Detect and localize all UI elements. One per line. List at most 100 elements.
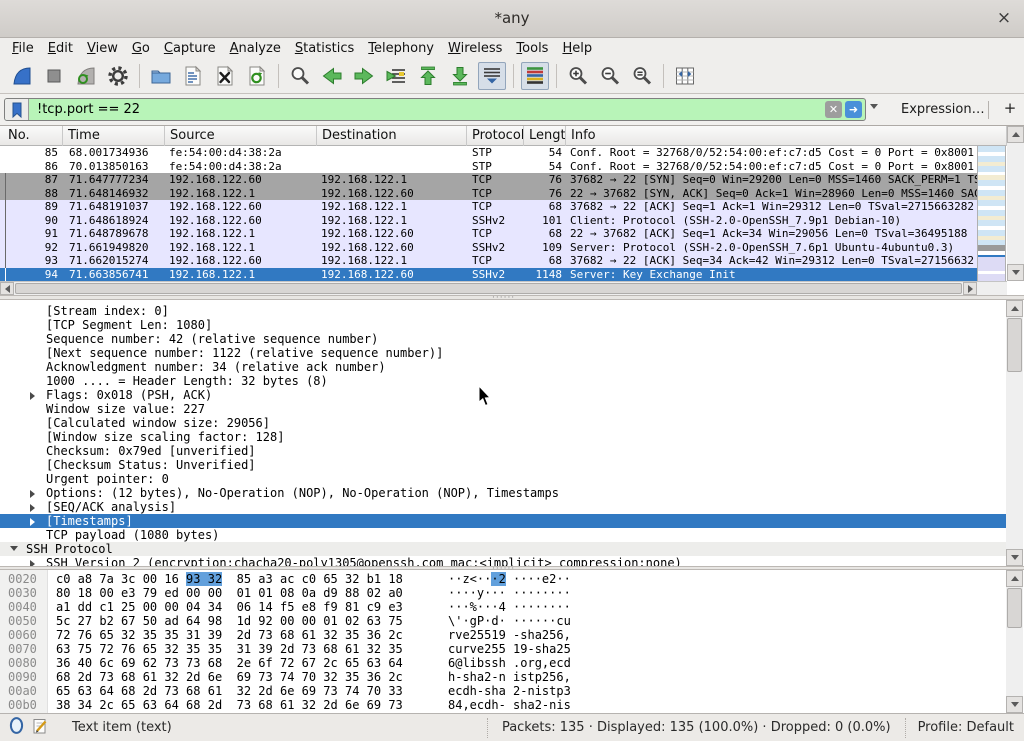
- hscroll-thumb[interactable]: [15, 283, 962, 294]
- packet-row-94[interactable]: 9471.663856741192.168.122.1192.168.122.6…: [0, 268, 977, 282]
- packet-row-90[interactable]: 9071.648618924192.168.122.60192.168.122.…: [0, 214, 977, 228]
- scroll-up-button[interactable]: [1006, 300, 1023, 317]
- colorize-packets-button[interactable]: [521, 62, 549, 90]
- menu-wireless[interactable]: Wireless: [441, 40, 509, 57]
- scroll-left-button[interactable]: [0, 282, 14, 295]
- collapsed-arrow-icon[interactable]: [30, 504, 35, 512]
- expression-button[interactable]: Expression…: [901, 102, 985, 117]
- detail-line[interactable]: Options: (12 bytes), No-Operation (NOP),…: [0, 486, 1006, 500]
- zoom-out-button[interactable]: [596, 62, 624, 90]
- detail-line[interactable]: 1000 .... = Header Length: 32 bytes (8): [0, 374, 1006, 388]
- expert-info-button[interactable]: [9, 716, 24, 739]
- collapsed-arrow-icon[interactable]: [30, 518, 35, 526]
- add-filter-button[interactable]: +: [1001, 99, 1019, 119]
- hex-row-0040[interactable]: 0040a1 dd c1 25 00 00 04 34 06 14 f5 e8 …: [0, 600, 1006, 614]
- packet-list-vscrollbar[interactable]: [1007, 126, 1024, 281]
- bytes-vscrollbar[interactable]: [1006, 570, 1023, 713]
- packet-row-88[interactable]: 8871.648146932192.168.122.1192.168.122.6…: [0, 187, 977, 201]
- filter-clear-button[interactable]: ✕: [825, 101, 842, 118]
- scroll-down-button[interactable]: [1006, 696, 1023, 713]
- menu-go[interactable]: Go: [125, 40, 157, 57]
- menu-statistics[interactable]: Statistics: [288, 40, 361, 57]
- detail-line[interactable]: [Next sequence number: 1122 (relative se…: [0, 346, 1006, 360]
- stop-capture-button[interactable]: [40, 62, 68, 90]
- collapsed-arrow-icon[interactable]: [30, 392, 35, 400]
- resize-columns-button[interactable]: [671, 62, 699, 90]
- detail-line[interactable]: Sequence number: 42 (relative sequence n…: [0, 332, 1006, 346]
- menu-telephony[interactable]: Telephony: [361, 40, 441, 57]
- details-vscrollbar[interactable]: [1006, 300, 1023, 566]
- column-header-time[interactable]: Time: [63, 126, 165, 146]
- detail-line[interactable]: Urgent pointer: 0: [0, 472, 1006, 486]
- detail-line[interactable]: [Timestamps]: [0, 514, 1006, 528]
- detail-line[interactable]: Flags: 0x018 (PSH, ACK): [0, 388, 1006, 402]
- capture-options-button[interactable]: [104, 62, 132, 90]
- packet-row-89[interactable]: 8971.648191037192.168.122.60192.168.122.…: [0, 200, 977, 214]
- scroll-up-button[interactable]: [1007, 126, 1024, 143]
- hex-row-0070[interactable]: 007063 75 72 76 65 32 35 35 31 39 2d 73 …: [0, 642, 1006, 656]
- detail-line[interactable]: [SEQ/ACK analysis]: [0, 500, 1006, 514]
- column-header-destination[interactable]: Destination: [317, 126, 467, 146]
- detail-line[interactable]: Acknowledgment number: 34 (relative ack …: [0, 360, 1006, 374]
- close-window-button[interactable]: ×: [994, 7, 1014, 29]
- save-file-button[interactable]: [179, 62, 207, 90]
- packet-row-92[interactable]: 9271.661949820192.168.122.1192.168.122.6…: [0, 241, 977, 255]
- column-header-info[interactable]: Info: [566, 126, 1007, 146]
- profile-status[interactable]: Profile: Default: [906, 720, 1024, 735]
- detail-line[interactable]: [Checksum Status: Unverified]: [0, 458, 1006, 472]
- hex-row-0030[interactable]: 003080 18 00 e3 79 ed 00 00 01 01 08 0a …: [0, 586, 1006, 600]
- start-capture-button[interactable]: [8, 62, 36, 90]
- detail-line[interactable]: [Stream index: 0]: [0, 304, 1006, 318]
- column-header-no[interactable]: No.: [0, 126, 63, 146]
- go-to-packet-button[interactable]: [382, 62, 410, 90]
- filter-apply-button[interactable]: ➜: [845, 101, 862, 118]
- expanded-arrow-icon[interactable]: [10, 546, 18, 551]
- menu-analyze[interactable]: Analyze: [223, 40, 288, 57]
- open-file-button[interactable]: [147, 62, 175, 90]
- display-filter-field[interactable]: ✕ ➜: [4, 98, 866, 121]
- zoom-in-button[interactable]: [564, 62, 592, 90]
- go-first-packet-button[interactable]: [414, 62, 442, 90]
- find-packet-button[interactable]: [286, 62, 314, 90]
- detail-line[interactable]: [TCP Segment Len: 1080]: [0, 318, 1006, 332]
- collapsed-arrow-icon[interactable]: [30, 490, 35, 498]
- hex-row-0020[interactable]: 0020c0 a8 7a 3c 00 16 93 32 85 a3 ac c0 …: [0, 572, 1006, 586]
- menu-file[interactable]: File: [5, 40, 41, 57]
- column-header-protocol[interactable]: Protocol: [467, 126, 524, 146]
- scroll-up-button[interactable]: [1006, 570, 1023, 587]
- detail-line[interactable]: [Window size scaling factor: 128]: [0, 430, 1006, 444]
- packet-list-minimap-scrollbar[interactable]: [977, 146, 1006, 281]
- go-last-packet-button[interactable]: [446, 62, 474, 90]
- go-forward-button[interactable]: [350, 62, 378, 90]
- hex-row-0090[interactable]: 009068 2d 73 68 61 32 2d 6e 69 73 74 70 …: [0, 670, 1006, 684]
- capture-comment-button[interactable]: [32, 717, 48, 739]
- auto-scroll-button[interactable]: [478, 62, 506, 90]
- packet-row-85[interactable]: 8568.001734936fe:54:00:d4:38:2aSTP54Conf…: [0, 146, 977, 160]
- scroll-down-button[interactable]: [1006, 549, 1023, 566]
- scroll-down-button[interactable]: [1007, 264, 1024, 281]
- reload-file-button[interactable]: [243, 62, 271, 90]
- packet-row-91[interactable]: 9171.648789678192.168.122.1192.168.122.6…: [0, 227, 977, 241]
- detail-line[interactable]: [Calculated window size: 29056]: [0, 416, 1006, 430]
- packet-row-86[interactable]: 8670.013850163fe:54:00:d4:38:2aSTP54Conf…: [0, 160, 977, 174]
- zoom-reset-button[interactable]: [628, 62, 656, 90]
- detail-line[interactable]: Checksum: 0x79ed [unverified]: [0, 444, 1006, 458]
- detail-line[interactable]: TCP payload (1080 bytes): [0, 528, 1006, 542]
- detail-line[interactable]: SSH Protocol: [0, 542, 1006, 556]
- filter-history-dropdown-icon[interactable]: [870, 104, 878, 109]
- go-back-button[interactable]: [318, 62, 346, 90]
- menu-help[interactable]: Help: [555, 40, 599, 57]
- column-header-length[interactable]: Length: [524, 126, 566, 146]
- detail-line[interactable]: Window size value: 227: [0, 402, 1006, 416]
- packet-row-93[interactable]: 9371.662015274192.168.122.60192.168.122.…: [0, 254, 977, 268]
- hex-row-0060[interactable]: 006072 76 65 32 35 35 31 39 2d 73 68 61 …: [0, 628, 1006, 642]
- packet-row-87[interactable]: 8771.647777234192.168.122.60192.168.122.…: [0, 173, 977, 187]
- filter-bookmark-button[interactable]: [5, 99, 29, 120]
- hex-row-00b0[interactable]: 00b038 34 2c 65 63 64 68 2d 73 68 61 32 …: [0, 698, 1006, 712]
- menu-tools[interactable]: Tools: [509, 40, 555, 57]
- hex-row-00a0[interactable]: 00a065 63 64 68 2d 73 68 61 32 2d 6e 69 …: [0, 684, 1006, 698]
- vscroll-thumb[interactable]: [1007, 318, 1022, 372]
- scroll-right-button[interactable]: [963, 282, 977, 295]
- hex-row-0050[interactable]: 00505c 27 b2 67 50 ad 64 98 1d 92 00 00 …: [0, 614, 1006, 628]
- menu-view[interactable]: View: [80, 40, 125, 57]
